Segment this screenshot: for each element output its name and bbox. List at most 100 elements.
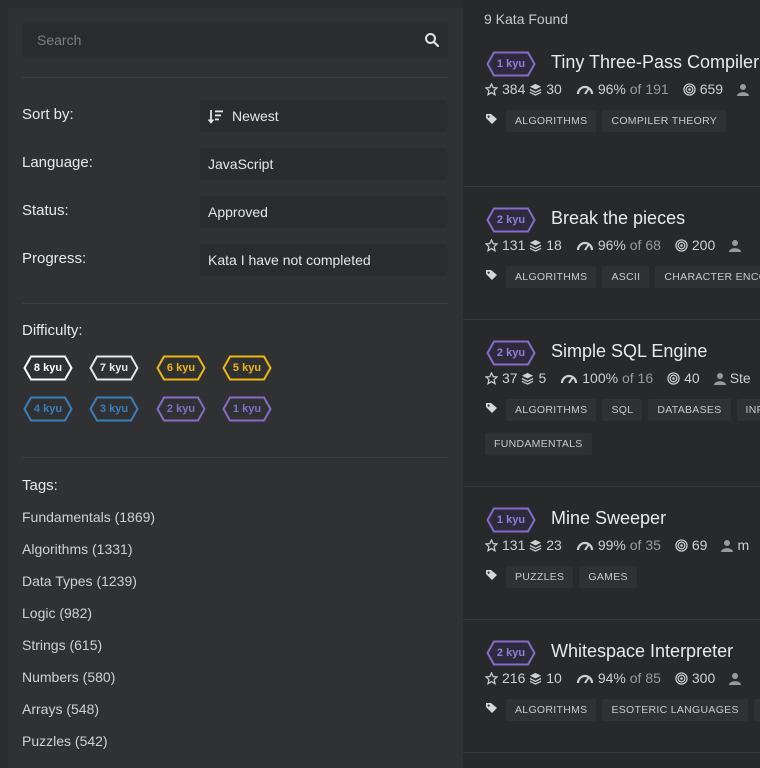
- status-select[interactable]: Approved: [200, 196, 447, 228]
- difficulty-badge-1-kyu[interactable]: 1 kyu: [222, 396, 272, 422]
- difficulty-badge-label: 8 kyu: [33, 362, 63, 374]
- kata-collections: 30: [546, 81, 562, 97]
- collection-icon: [529, 539, 542, 552]
- kata-satisfaction: 96%: [597, 237, 626, 253]
- difficulty-badge-4-kyu[interactable]: 4 kyu: [23, 396, 73, 422]
- difficulty-badge-label: 4 kyu: [33, 403, 63, 415]
- search-input[interactable]: Search: [22, 23, 448, 57]
- kata-tag-chip[interactable]: ALGORITHMS: [506, 266, 597, 288]
- star-icon: [485, 539, 498, 552]
- search-placeholder: Search: [37, 32, 82, 48]
- kata-tag-chip[interactable]: ALGORITHMS: [506, 110, 597, 132]
- kata-title-link[interactable]: Mine Sweeper: [551, 508, 666, 529]
- difficulty-badge-7-kyu[interactable]: 7 kyu: [89, 355, 139, 381]
- kata-satisfaction: 96%: [597, 81, 626, 97]
- kata-collections: 5: [538, 370, 547, 386]
- results-panel: 9 Kata Found 1 kyu Tiny Three-Pass Compil…: [463, 0, 760, 768]
- kata-stats: 131 23 99% of 35 69 m: [485, 537, 749, 553]
- star-icon: [485, 239, 498, 252]
- kata-tag-chip[interactable]: GAMES: [579, 566, 637, 588]
- kata-tags: ALGORITHMS COMPILER THEORY: [485, 110, 732, 132]
- kata-rank-badge: 1 kyu: [486, 507, 536, 533]
- kata-rank-label: 2 kyu: [496, 347, 526, 359]
- user-icon: [737, 84, 750, 96]
- user-icon: [721, 540, 734, 552]
- kata-author[interactable]: m: [737, 537, 749, 553]
- tag-filter-item[interactable]: Logic (982): [22, 605, 92, 621]
- kata-tag-chip[interactable]: INFOR: [736, 399, 760, 421]
- kata-rank-label: 1 kyu: [496, 514, 526, 526]
- kata-title-link[interactable]: Simple SQL Engine: [551, 341, 707, 362]
- tag-icon: [486, 403, 497, 413]
- kata-stars: 131: [502, 237, 526, 253]
- tag-filter-item[interactable]: Puzzles (542): [22, 733, 108, 749]
- kata-rank-badge: 1 kyu: [486, 51, 536, 77]
- divider: [22, 303, 448, 304]
- collection-icon: [522, 372, 534, 385]
- kata-tag-chip[interactable]: CHARACTER ENCODI: [655, 266, 760, 288]
- kata-tag-chip[interactable]: SQL: [602, 399, 643, 421]
- kata-collections: 18: [546, 237, 562, 253]
- search-icon[interactable]: [424, 32, 440, 48]
- kata-stars: 216: [502, 670, 526, 686]
- kata-divider: [463, 486, 760, 487]
- kata-tag-chip[interactable]: ASCII: [602, 266, 650, 288]
- tag-icon: [486, 270, 497, 280]
- language-select[interactable]: JavaScript: [200, 148, 447, 180]
- kata-completed: 69: [691, 537, 708, 553]
- kata-tag-chip[interactable]: ALGORITHMS: [506, 699, 597, 721]
- kata-rank-label: 1 kyu: [496, 58, 526, 70]
- kata-title-link[interactable]: Tiny Three-Pass Compiler: [551, 52, 759, 73]
- filter-panel: Search Sort by: Newest Language: JavaScr…: [8, 8, 463, 768]
- difficulty-badge-2-kyu[interactable]: 2 kyu: [156, 396, 206, 422]
- tag-filter-item[interactable]: Algorithms (1331): [22, 541, 133, 557]
- difficulty-badge-3-kyu[interactable]: 3 kyu: [89, 396, 139, 422]
- tag-filter-item[interactable]: Numbers (580): [22, 669, 115, 685]
- tag-filter-item[interactable]: Arrays (548): [22, 701, 99, 717]
- results-count: 9 Kata Found: [484, 11, 569, 27]
- kata-tag-chip[interactable]: INTE: [753, 699, 760, 721]
- kata-tag-chip[interactable]: ESOTERIC LANGUAGES: [602, 699, 748, 721]
- difficulty-badge-5-kyu[interactable]: 5 kyu: [222, 355, 272, 381]
- kata-completed: 300: [691, 670, 716, 686]
- kata-stats: 131 18 96% of 68 200: [485, 237, 745, 253]
- kata-tag-chip[interactable]: FUNDAMENTALS: [485, 433, 592, 455]
- star-icon: [485, 672, 498, 685]
- progress-select[interactable]: Kata I have not completed: [200, 244, 447, 276]
- kata-tag-chip[interactable]: COMPILER THEORY: [602, 110, 727, 132]
- divider: [22, 457, 448, 458]
- kata-tags: ALGORITHMSESOTERIC LANGUAGES INTE: [485, 699, 760, 721]
- sort-select[interactable]: Newest: [200, 100, 447, 132]
- kata-tag-chip[interactable]: ALGORITHMS: [506, 399, 597, 421]
- kata-tag-chip[interactable]: PUZZLES: [506, 566, 574, 588]
- kata-rank-badge: 2 kyu: [486, 207, 536, 233]
- kata-title-link[interactable]: Whitespace Interpreter: [551, 641, 733, 662]
- difficulty-badge-label: 6 kyu: [166, 362, 196, 374]
- difficulty-badge-label: 7 kyu: [99, 362, 129, 374]
- progress-label: Progress:: [22, 250, 87, 267]
- kata-rank-label: 2 kyu: [496, 647, 526, 659]
- kata-votes: of 16: [621, 370, 654, 386]
- tags-label: Tags:: [22, 477, 58, 494]
- kata-title-link[interactable]: Break the pieces: [551, 208, 685, 229]
- kata-completed: 200: [691, 237, 716, 253]
- difficulty-badge-label: 1 kyu: [232, 403, 262, 415]
- tag-icon: [486, 114, 497, 124]
- kata-stats: 384 30 96% of 191 659: [485, 81, 753, 97]
- tag-filter-item[interactable]: Strings (615): [22, 637, 102, 653]
- target-icon: [675, 239, 688, 252]
- tag-filter-item[interactable]: Fundamentals (1869): [22, 509, 155, 525]
- difficulty-badge-8-kyu[interactable]: 8 kyu: [23, 355, 73, 381]
- kata-tag-chip[interactable]: DATABASES: [648, 399, 731, 421]
- kata-divider: [463, 752, 760, 753]
- kata-satisfaction: 99%: [597, 537, 626, 553]
- user-icon: [729, 240, 742, 252]
- kata-author[interactable]: Ste: [730, 370, 751, 386]
- kata-divider: [463, 319, 760, 320]
- tag-filter-item[interactable]: Data Types (1239): [22, 573, 137, 589]
- kata-rank-badge: 2 kyu: [486, 640, 536, 666]
- difficulty-badge-6-kyu[interactable]: 6 kyu: [156, 355, 206, 381]
- speedometer-icon: [576, 85, 593, 95]
- kata-completed: 40: [684, 370, 700, 386]
- app-root: Search Sort by: Newest Language: JavaScr…: [0, 0, 760, 768]
